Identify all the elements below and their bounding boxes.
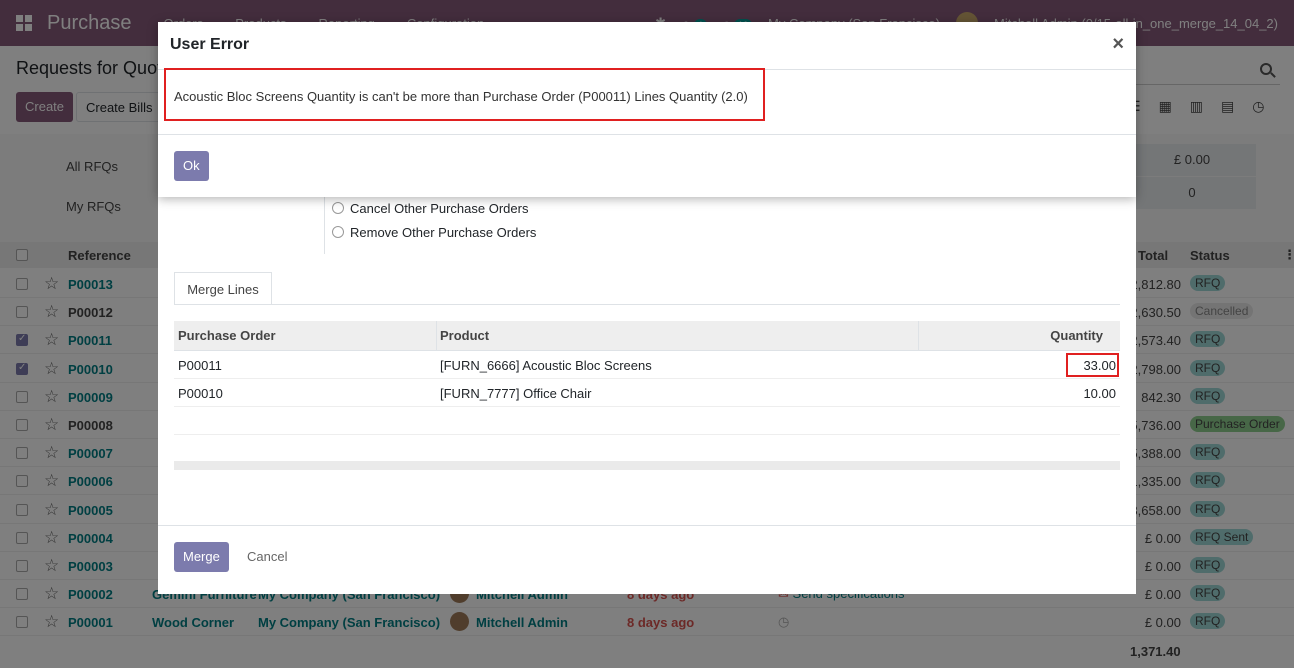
error-footer-divider [158, 134, 1136, 135]
merge-line-empty-row [174, 435, 1120, 463]
merge-lines-header: Purchase Order Product Quantity [174, 321, 1120, 351]
merge-footer-divider [158, 525, 1136, 526]
cancel-button[interactable]: Cancel [247, 549, 287, 564]
col-product[interactable]: Product [440, 328, 489, 343]
horizontal-scrollbar[interactable] [174, 461, 1120, 470]
merge-line-row[interactable]: P00010 [FURN_7777] Office Chair 10.00 [174, 379, 1120, 407]
merge-line-empty-row [174, 407, 1120, 435]
option-cancel-other[interactable]: Cancel Other Purchase Orders [332, 198, 528, 218]
tab-merge-lines[interactable]: Merge Lines [174, 272, 272, 305]
line-product: [FURN_6666] Acoustic Bloc Screens [440, 358, 652, 373]
option-remove-label: Remove Other Purchase Orders [350, 224, 537, 240]
tab-divider [174, 304, 1120, 305]
error-message: Acoustic Bloc Screens Quantity is can't … [174, 89, 748, 104]
line-qty[interactable]: 10.00 [1083, 386, 1116, 401]
option-divider [324, 196, 325, 254]
ok-button[interactable]: Ok [174, 151, 209, 181]
merge-button[interactable]: Merge [174, 542, 229, 572]
line-po: P00011 [178, 358, 222, 373]
user-error-dialog: User Error × Ok [158, 22, 1136, 197]
radio-remove-other[interactable] [332, 226, 344, 238]
line-product: [FURN_7777] Office Chair [440, 386, 592, 401]
col-sep-1 [436, 321, 437, 351]
error-dialog-title: User Error [170, 36, 250, 53]
col-sep-2 [918, 321, 919, 351]
quantity-highlight-box [1066, 353, 1119, 377]
col-purchase-order[interactable]: Purchase Order [178, 328, 276, 343]
radio-cancel-other[interactable] [332, 202, 344, 214]
option-cancel-label: Cancel Other Purchase Orders [350, 200, 529, 216]
line-po: P00010 [178, 386, 223, 401]
close-icon[interactable]: × [1112, 33, 1124, 56]
option-remove-other[interactable]: Remove Other Purchase Orders [332, 222, 536, 242]
merge-line-row[interactable]: P00011 [FURN_6666] Acoustic Bloc Screens… [174, 351, 1120, 379]
col-quantity[interactable]: Quantity [1050, 328, 1103, 343]
